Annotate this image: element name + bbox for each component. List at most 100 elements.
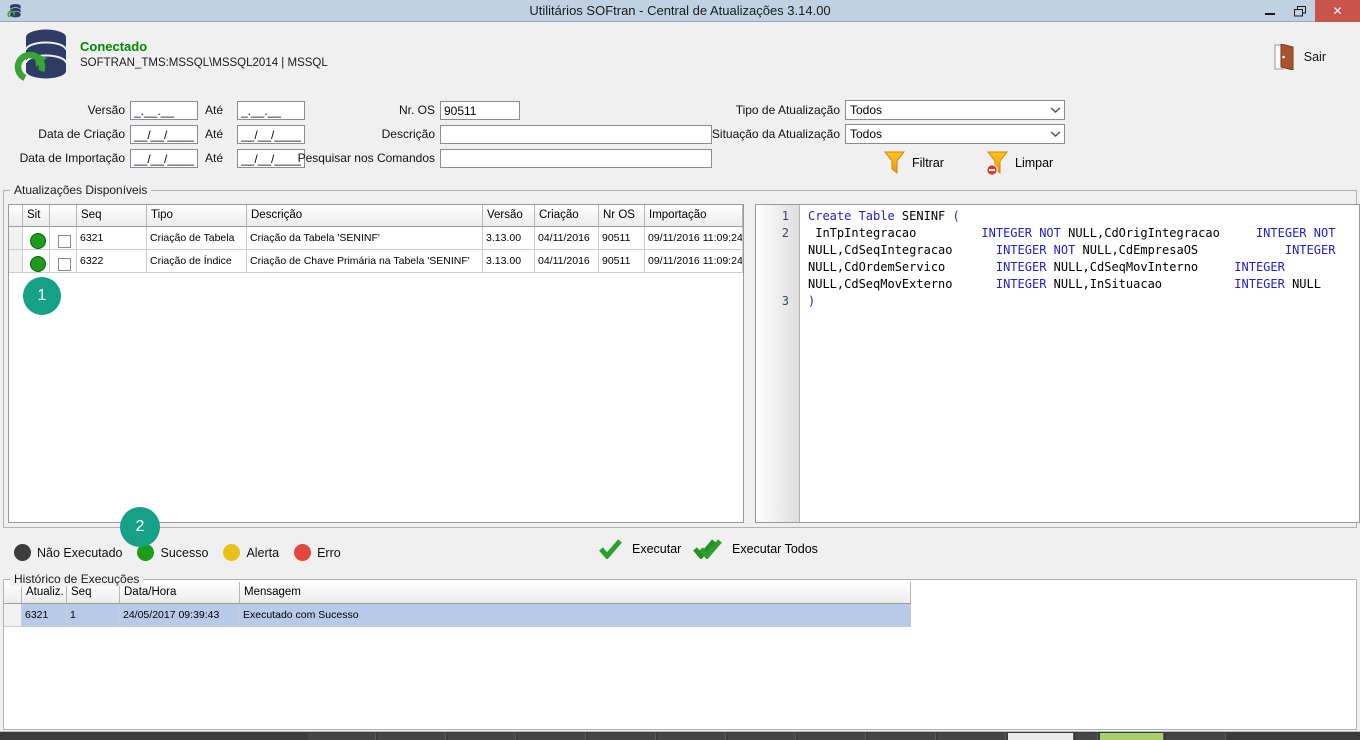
window-title: Utilitários SOFtran - Central de Atualiz… bbox=[0, 3, 1360, 18]
situacao-atualizacao-value: Todos bbox=[850, 127, 1046, 141]
updates-header-cell bbox=[50, 205, 77, 227]
legend-dot-nao_executado bbox=[14, 544, 31, 561]
updates-header-cell: Descrição bbox=[247, 205, 483, 227]
sql-viewer[interactable]: 123 Create Table SENINF ( InTpIntegracao… bbox=[755, 204, 1360, 523]
sql-text: NULL,CdSeqMovExterno bbox=[808, 277, 996, 291]
updates-cell: 04/11/2016 bbox=[535, 227, 599, 250]
updates-row[interactable]: 6321Criação de TabelaCriação da Tabela '… bbox=[9, 227, 743, 250]
updates-cell: Criação de Tabela bbox=[147, 227, 247, 250]
tipo-atualizacao-select[interactable]: Todos bbox=[845, 100, 1065, 120]
updates-cell: 04/11/2016 bbox=[535, 250, 599, 273]
code-line-number bbox=[756, 260, 799, 277]
pesquisar-comandos-label: Pesquisar nos Comandos bbox=[295, 149, 435, 168]
versao-from-input[interactable] bbox=[130, 101, 198, 120]
legend-label-nao_executado: Não Executado bbox=[37, 546, 122, 560]
updates-cell: 6321 bbox=[77, 227, 147, 250]
sql-keyword: INTEGER NOT bbox=[1256, 226, 1335, 240]
taskbar-button[interactable] bbox=[448, 733, 516, 740]
taskbar-button[interactable] bbox=[658, 733, 726, 740]
code-line: InTpIntegracao INTEGER NOT NULL,CdOrigIn… bbox=[808, 226, 1359, 243]
situacao-atualizacao-select[interactable]: Todos bbox=[845, 124, 1065, 144]
restore-button[interactable] bbox=[1285, 0, 1315, 22]
descricao-input[interactable] bbox=[440, 125, 712, 144]
filtrar-label: Filtrar bbox=[912, 156, 944, 170]
sql-keyword: Create Table bbox=[808, 209, 895, 223]
filtrar-button[interactable]: Filtrar bbox=[884, 150, 944, 176]
code-line: NULL,CdOrdemServico INTEGER NULL,CdSeqMo… bbox=[808, 260, 1359, 277]
data-criacao-from-input[interactable] bbox=[130, 125, 198, 144]
taskbar[interactable] bbox=[0, 731, 1360, 740]
tipo-atualizacao-label: Tipo de Atualização bbox=[690, 101, 840, 120]
status-dot bbox=[30, 233, 46, 249]
code-line: ) bbox=[808, 294, 1359, 311]
updates-row[interactable]: 6322Criação de ÍndiceCriação de Chave Pr… bbox=[9, 250, 743, 273]
taskbar-button[interactable] bbox=[378, 733, 446, 740]
sql-keyword: INTEGER NOT bbox=[981, 226, 1060, 240]
taskbar-button[interactable] bbox=[1100, 733, 1164, 740]
updates-header-row: SitSeqTipoDescriçãoVersãoCriaçãoNr OSImp… bbox=[9, 205, 743, 227]
descricao-label: Descrição bbox=[295, 125, 435, 144]
row-checkbox[interactable] bbox=[58, 235, 71, 248]
code-line-number bbox=[756, 277, 799, 294]
data-importacao-ate-label: Até bbox=[205, 149, 231, 168]
data-criacao-ate-label: Até bbox=[205, 125, 231, 144]
sql-text: NULL,CdSeqMovInterno bbox=[1046, 260, 1234, 274]
row-checkbox[interactable] bbox=[58, 258, 71, 271]
data-importacao-label: Data de Importação bbox=[5, 149, 125, 168]
taskbar-button[interactable] bbox=[1076, 733, 1098, 740]
updates-cell bbox=[50, 250, 77, 273]
connection-status: Conectado bbox=[80, 39, 147, 54]
taskbar-button[interactable] bbox=[798, 733, 866, 740]
executar-todos-label: Executar Todos bbox=[732, 542, 818, 556]
pesquisar-comandos-input[interactable] bbox=[440, 149, 712, 168]
chevron-down-icon bbox=[1046, 131, 1064, 137]
history-row[interactable]: 6321124/05/2017 09:39:43Executado com Su… bbox=[4, 604, 912, 627]
sql-text: NULL,CdEmpresaOS bbox=[1075, 243, 1285, 257]
updates-cell: Criação da Tabela 'SENINF' bbox=[247, 227, 483, 250]
taskbar-button[interactable] bbox=[308, 733, 376, 740]
limpar-label: Limpar bbox=[1015, 156, 1053, 170]
updates-cell: Criação de Índice bbox=[147, 250, 247, 273]
code-line: Create Table SENINF ( bbox=[808, 209, 1359, 226]
sql-keyword: INTEGER bbox=[1234, 260, 1285, 274]
situacao-atualizacao-label: Situação da Atualização bbox=[690, 125, 840, 144]
connection-string: SOFTRAN_TMS:MSSQL\MSSQL2014 | MSSQL bbox=[80, 57, 328, 69]
executar-todos-button[interactable]: Executar Todos bbox=[692, 538, 818, 559]
taskbar-button[interactable] bbox=[588, 733, 656, 740]
taskbar-button[interactable] bbox=[1166, 733, 1226, 740]
double-check-icon bbox=[692, 538, 723, 559]
chevron-down-icon bbox=[1046, 107, 1064, 113]
annotation-badge-2: 2 bbox=[120, 507, 160, 547]
updates-cell: 09/11/2016 11:09:24 bbox=[645, 227, 743, 250]
executar-button[interactable]: Executar bbox=[598, 538, 681, 559]
sair-label: Sair bbox=[1304, 50, 1326, 64]
taskbar-button[interactable] bbox=[938, 733, 1006, 740]
minimize-button[interactable] bbox=[1255, 0, 1285, 22]
updates-header-cell bbox=[9, 205, 23, 227]
close-button[interactable]: ✕ bbox=[1315, 0, 1360, 22]
updates-header-cell: Importação bbox=[645, 205, 743, 227]
sair-button[interactable]: Sair bbox=[1274, 44, 1326, 70]
updates-group-label: Atualizações Disponíveis bbox=[10, 183, 151, 197]
application-window: Utilitários SOFtran - Central de Atualiz… bbox=[0, 0, 1360, 740]
data-importacao-from-input[interactable] bbox=[130, 149, 198, 168]
updates-cell bbox=[9, 227, 23, 250]
limpar-button[interactable]: Limpar bbox=[986, 150, 1053, 176]
code-line-number: 2 bbox=[756, 226, 799, 243]
legend-item-erro: Erro bbox=[294, 544, 341, 561]
updates-cell bbox=[23, 227, 50, 250]
history-grid: Atualiz.SeqData/HoraMensagem6321124/05/2… bbox=[4, 582, 912, 627]
taskbar-button[interactable] bbox=[868, 733, 936, 740]
taskbar-button[interactable] bbox=[518, 733, 586, 740]
status-dot bbox=[30, 256, 46, 272]
nr-os-input[interactable] bbox=[440, 101, 520, 120]
status-legend: Não ExecutadoSucessoAlertaErro bbox=[14, 544, 341, 561]
taskbar-button[interactable] bbox=[1008, 733, 1074, 740]
database-refresh-icon bbox=[12, 26, 70, 84]
check-icon bbox=[598, 538, 623, 559]
window-controls: ✕ bbox=[1255, 0, 1360, 22]
taskbar-button[interactable] bbox=[728, 733, 796, 740]
sql-text: SENINF bbox=[895, 209, 953, 223]
updates-header-cell: Seq bbox=[77, 205, 147, 227]
door-open-icon bbox=[1274, 44, 1294, 70]
